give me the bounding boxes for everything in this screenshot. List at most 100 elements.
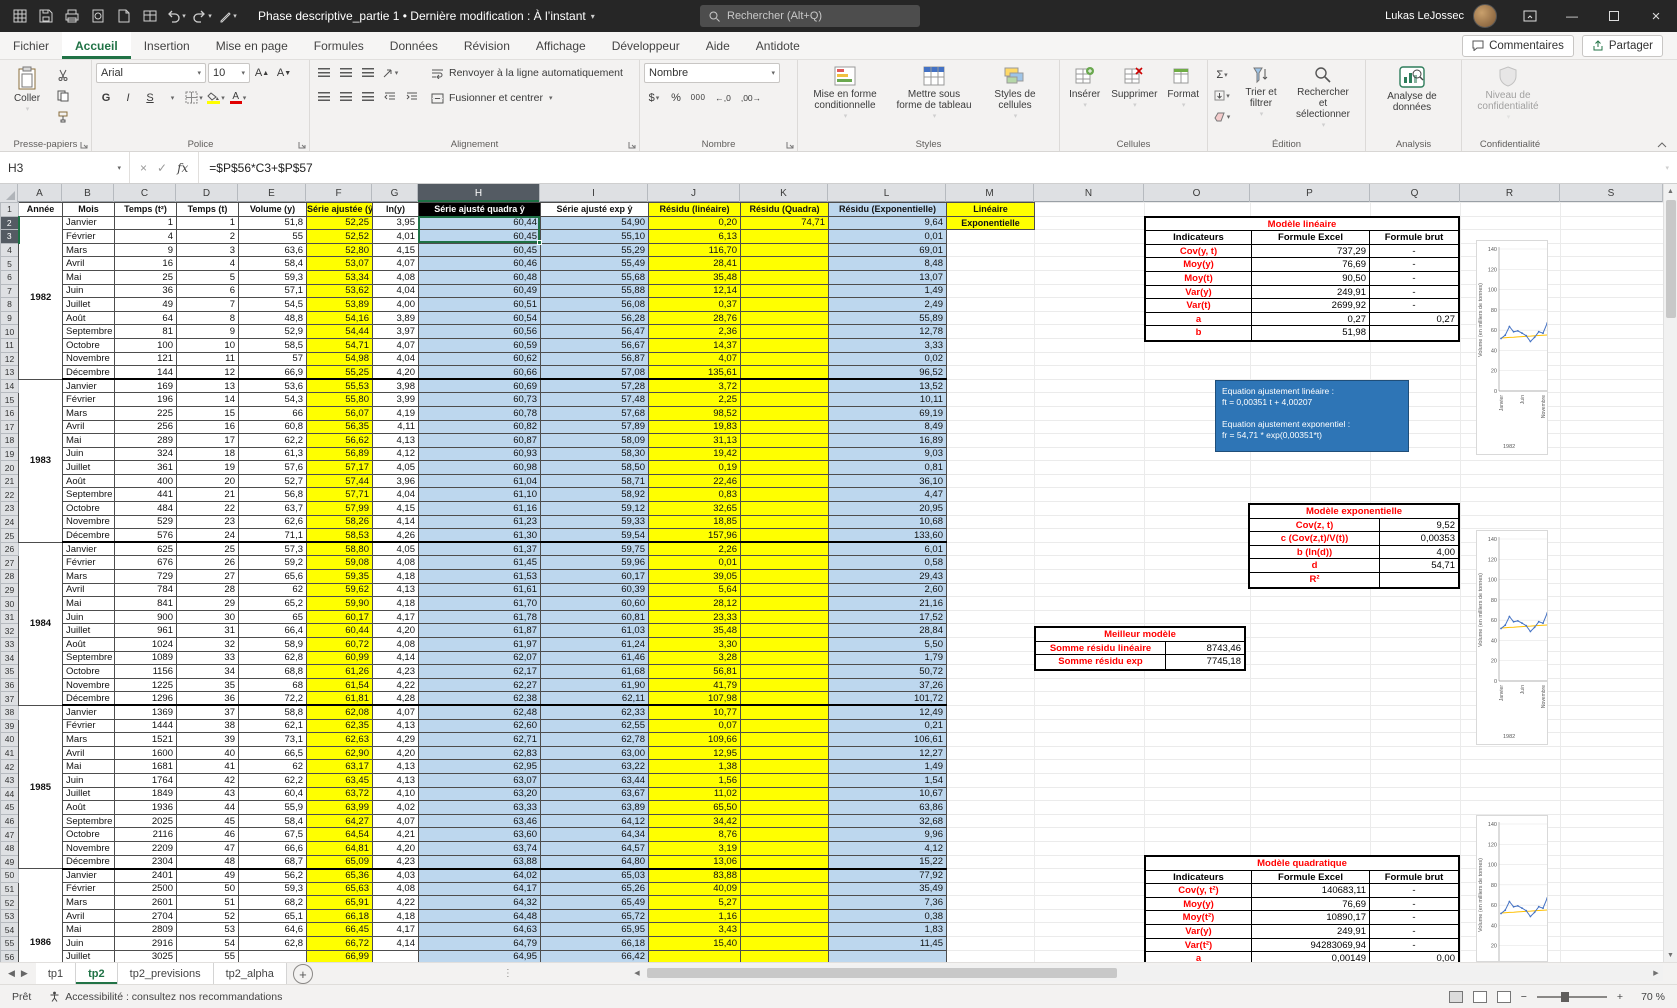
column-header-I[interactable]: I (540, 184, 648, 202)
cell[interactable]: 21 (177, 488, 239, 502)
new-document-icon[interactable] (112, 4, 136, 28)
cell[interactable] (1371, 366, 1461, 380)
cell[interactable]: Juillet (63, 787, 115, 801)
align-left-icon[interactable] (314, 87, 334, 106)
cell[interactable] (1561, 841, 1664, 855)
cell[interactable]: 36,10 (829, 474, 947, 488)
cell[interactable] (1371, 801, 1461, 815)
cell[interactable] (1145, 502, 1251, 516)
cell[interactable]: 10 (177, 338, 239, 352)
cell[interactable]: 0,38 (829, 909, 947, 923)
cell[interactable] (1035, 298, 1145, 312)
indicator-value[interactable]: - (1370, 898, 1458, 911)
cell[interactable]: 47 (177, 841, 239, 855)
cell[interactable] (1561, 420, 1664, 434)
column-header-L[interactable]: L (828, 184, 946, 202)
increase-decimal-button[interactable]: ←,0 (710, 88, 736, 107)
cell[interactable]: 961 (115, 624, 177, 638)
decrease-indent-button[interactable] (380, 87, 400, 106)
cell[interactable]: 58,26 (307, 515, 373, 529)
cell[interactable] (741, 570, 829, 584)
cell[interactable]: 57,08 (541, 366, 649, 380)
cell[interactable]: 10,68 (829, 515, 947, 529)
cell[interactable]: 56,87 (541, 352, 649, 366)
cell[interactable] (1561, 583, 1664, 597)
cell[interactable]: 60,39 (541, 583, 649, 597)
cell[interactable] (741, 937, 829, 951)
cell[interactable]: 62,8 (239, 937, 307, 951)
cell[interactable]: 1,49 (829, 284, 947, 298)
cell[interactable] (1371, 610, 1461, 624)
cell[interactable]: 52,25 (307, 216, 373, 230)
cell[interactable]: 65,2 (239, 597, 307, 611)
cell[interactable]: 33 (177, 651, 239, 665)
cell[interactable]: 31,13 (649, 434, 741, 448)
cell[interactable]: 60,87 (419, 434, 541, 448)
cell[interactable]: 10,11 (829, 393, 947, 407)
cell[interactable]: 59,54 (541, 529, 649, 543)
cell[interactable] (1561, 270, 1664, 284)
cell[interactable]: 4,22 (373, 896, 419, 910)
cell[interactable] (1035, 719, 1145, 733)
table-modele-quadratique[interactable]: Modèle quadratiqueIndicateursFormule Exc… (1144, 855, 1460, 962)
cell[interactable]: 68,8 (239, 665, 307, 679)
cell[interactable]: 39,05 (649, 570, 741, 584)
cell[interactable]: 0,01 (649, 556, 741, 570)
tab-scrollbar-splitter[interactable]: ⋮ (503, 963, 513, 984)
cell[interactable]: 24 (177, 529, 239, 543)
cell[interactable]: 100 (115, 338, 177, 352)
cell[interactable]: 9,64 (829, 216, 947, 230)
cell[interactable]: 69,19 (829, 406, 947, 420)
cell[interactable] (1461, 461, 1561, 475)
indicator-label[interactable]: Cov(y, t) (1146, 245, 1252, 258)
sheet-tab-tp2_alpha[interactable]: tp2_alpha (214, 963, 287, 984)
cell[interactable] (741, 352, 829, 366)
cell[interactable] (1561, 556, 1664, 570)
header-cell[interactable]: Résidu (Exponentielle) (829, 203, 947, 217)
expand-formula-bar-button[interactable]: ▾ (1656, 152, 1677, 183)
cell[interactable]: Décembre (63, 529, 115, 543)
cell[interactable]: 66,18 (307, 909, 373, 923)
cell[interactable] (1251, 474, 1371, 488)
table-modele-exponentielle[interactable]: Modèle exponentielleCov(z, t)9,52c (Cov(… (1248, 503, 1460, 589)
cell[interactable]: 4,14 (373, 937, 419, 951)
row-header[interactable]: 46 (1, 814, 19, 828)
cell[interactable] (1035, 760, 1145, 774)
cell[interactable]: 63,88 (419, 855, 541, 869)
cell[interactable]: 59,96 (541, 556, 649, 570)
cell[interactable]: 19,83 (649, 420, 741, 434)
cell[interactable]: 16 (177, 420, 239, 434)
cell[interactable]: 4,18 (373, 909, 419, 923)
cell[interactable]: 101,72 (829, 692, 947, 706)
cell[interactable]: 63,89 (541, 801, 649, 815)
cell[interactable]: 4,05 (373, 542, 419, 556)
cell[interactable] (1461, 746, 1561, 760)
cell[interactable] (1371, 678, 1461, 692)
decrease-font-button[interactable]: A▼ (274, 64, 294, 83)
cell[interactable] (1035, 502, 1145, 516)
cell[interactable]: Mars (63, 733, 115, 747)
cell[interactable]: 1 (177, 216, 239, 230)
cell[interactable] (1145, 542, 1251, 556)
row-header[interactable]: 1 (1, 203, 19, 217)
cell[interactable]: 65,03 (541, 869, 649, 883)
cell[interactable]: Février (63, 882, 115, 896)
cell[interactable]: 54,3 (239, 393, 307, 407)
cell[interactable]: 9,96 (829, 828, 947, 842)
cell[interactable]: 65,50 (649, 801, 741, 815)
cell[interactable] (1561, 651, 1664, 665)
row-header[interactable]: 37 (1, 692, 19, 706)
indicator-label[interactable]: R² (1250, 573, 1380, 587)
cell[interactable] (1035, 869, 1145, 883)
cell[interactable]: Février (63, 393, 115, 407)
cut-button[interactable] (53, 65, 73, 84)
cell[interactable]: 65,1 (239, 909, 307, 923)
cell[interactable] (947, 909, 1035, 923)
cell[interactable]: 66,18 (541, 937, 649, 951)
tab-développeur[interactable]: Développeur (599, 32, 693, 59)
cell[interactable]: 60,56 (419, 325, 541, 339)
row-header[interactable]: 26 (1, 542, 19, 556)
cell[interactable]: 55 (177, 950, 239, 962)
cell[interactable]: 62,35 (307, 719, 373, 733)
cell[interactable]: 68,7 (239, 855, 307, 869)
